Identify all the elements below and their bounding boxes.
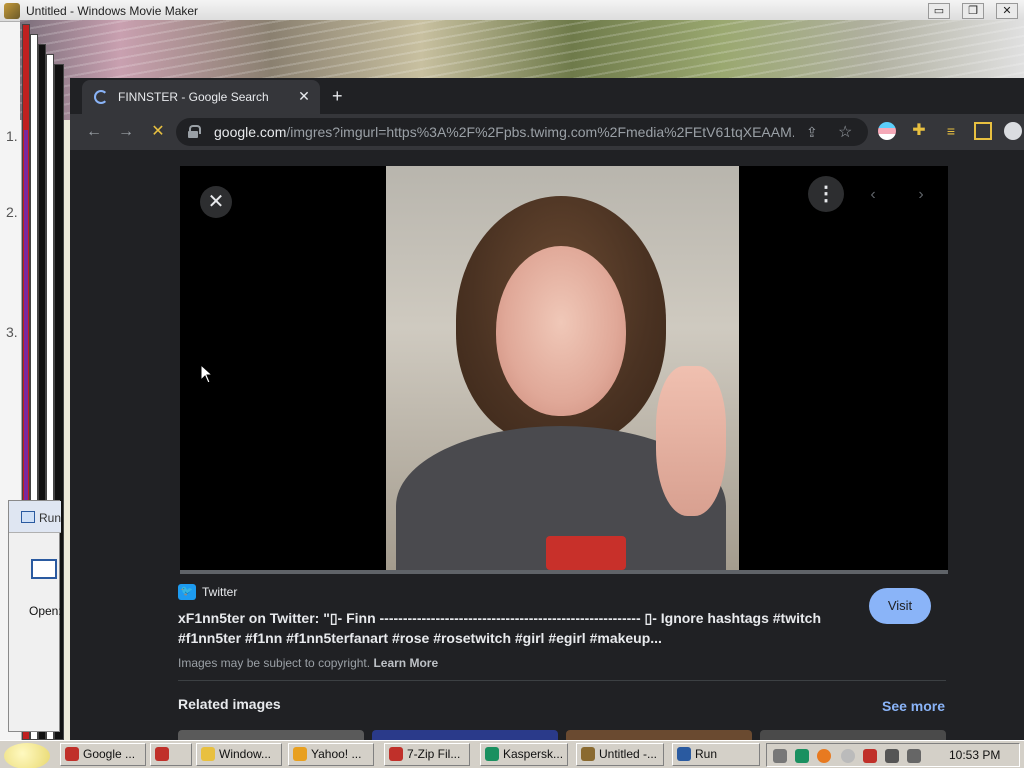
forward-icon[interactable]: → <box>114 120 138 144</box>
photo-shirt-print <box>546 536 626 570</box>
volume-tray-icon[interactable] <box>907 749 921 763</box>
storyboard-number: 2. <box>6 204 18 220</box>
taskbar-item-label: Run <box>695 747 718 761</box>
run-program-icon <box>31 559 57 579</box>
status-tray-icon[interactable] <box>841 749 855 763</box>
image-load-bar <box>180 570 948 574</box>
app-icon <box>581 747 595 761</box>
taskbar-item-label: 7-Zip Fil... <box>407 747 461 761</box>
app-icon <box>155 747 169 761</box>
previous-image-icon[interactable]: ‹ <box>858 180 888 210</box>
run-dialog-titlebar[interactable]: Run <box>9 501 61 533</box>
run-dialog[interactable]: Run Open: <box>8 500 62 732</box>
close-viewer-icon[interactable]: ✕ <box>200 186 232 218</box>
chrome-window: FINNSTER - Google Search ✕ + ← → ✕ googl… <box>70 78 1024 740</box>
side-panel-icon[interactable] <box>974 122 992 140</box>
copyright-notice: Images may be subject to copyright. Lear… <box>178 656 438 670</box>
clock[interactable]: 10:53 PM <box>949 748 1000 762</box>
taskbar-item[interactable]: Run <box>672 743 760 766</box>
visit-button[interactable]: Visit <box>869 588 931 624</box>
reading-list-icon[interactable]: ≡ <box>942 122 960 140</box>
movie-maker-title: Untitled - Windows Movie Maker <box>26 4 199 18</box>
app-icon <box>389 747 403 761</box>
taskbar-item[interactable]: Kaspersk... <box>480 743 568 766</box>
divider <box>178 680 946 681</box>
bookmark-star-icon[interactable]: ☆ <box>838 122 852 142</box>
system-tray: 10:53 PM <box>766 743 1020 767</box>
related-images-heading: Related images <box>178 696 281 712</box>
url-host: google.com <box>214 124 287 140</box>
lock-tray-icon[interactable] <box>773 749 787 763</box>
copyright-text: Images may be subject to copyright. <box>178 656 371 670</box>
taskbar-item[interactable]: Window... <box>196 743 282 766</box>
taskbar-item[interactable]: 7-Zip Fil... <box>384 743 470 766</box>
taskbar-item[interactable]: Google ... <box>60 743 146 766</box>
close-button[interactable]: ✕ <box>996 3 1018 19</box>
related-thumbnail[interactable] <box>178 730 364 740</box>
kaspersky-tray-icon[interactable] <box>795 749 809 763</box>
taskbar-item[interactable]: Untitled -... <box>576 743 664 766</box>
twitter-icon: 🐦 <box>178 584 196 600</box>
run-open-label: Open: <box>29 604 62 618</box>
storyboard-number: 3. <box>6 324 18 340</box>
extensions-puzzle-icon[interactable]: ✚ <box>910 122 928 140</box>
taskbar-item-label: Untitled -... <box>599 747 658 761</box>
related-thumbnail[interactable] <box>372 730 558 740</box>
related-thumbnail[interactable] <box>566 730 752 740</box>
movie-maker-titlebar[interactable]: Untitled - Windows Movie Maker ▭ ❐ ✕ <box>0 0 1024 22</box>
stop-loading-icon[interactable]: ✕ <box>146 120 170 144</box>
restore-button[interactable]: ❐ <box>962 3 984 19</box>
taskbar: Google ... Window... Yahoo! ... 7-Zip Fi… <box>0 740 1024 768</box>
run-icon <box>21 511 35 523</box>
search-tray-icon[interactable] <box>817 749 831 763</box>
preview-photo[interactable] <box>386 166 739 570</box>
learn-more-link[interactable]: Learn More <box>373 656 438 670</box>
taskbar-item-label: Window... <box>219 747 272 761</box>
app-icon <box>485 747 499 761</box>
storyboard-number: 1. <box>6 128 18 144</box>
movie-maker-app-icon <box>4 3 20 19</box>
app-icon <box>293 747 307 761</box>
extension-flag-icon[interactable] <box>878 122 896 140</box>
app-icon <box>677 747 691 761</box>
more-options-icon[interactable]: ⋮ <box>808 176 844 212</box>
photo-hand <box>656 366 726 516</box>
taskbar-item-label: Kaspersk... <box>503 747 564 761</box>
address-bar[interactable]: google.com/imgres?imgurl=https%3A%2F%2Fp… <box>176 118 868 146</box>
taskbar-item-label: Yahoo! ... <box>311 747 362 761</box>
next-image-icon[interactable]: › <box>906 180 936 210</box>
taskbar-item-label: Google ... <box>83 747 136 761</box>
share-icon[interactable]: ⇪ <box>806 124 818 141</box>
run-dialog-title: Run <box>39 511 62 525</box>
tab-google-search[interactable]: FINNSTER - Google Search ✕ <box>82 80 320 114</box>
photo-face <box>496 246 626 416</box>
url-text[interactable]: google.com/imgres?imgurl=https%3A%2F%2Fp… <box>214 124 794 140</box>
taskbar-item[interactable] <box>150 743 192 766</box>
back-icon[interactable]: ← <box>82 120 106 144</box>
app-icon <box>201 747 215 761</box>
image-caption[interactable]: xF1nn5ter on Twitter: "▯- Finn ---------… <box>178 608 838 648</box>
network-tray-icon[interactable] <box>885 749 899 763</box>
see-more-link[interactable]: See more <box>882 698 945 714</box>
app-icon <box>65 747 79 761</box>
profile-avatar-icon[interactable] <box>1004 122 1022 140</box>
taskbar-item[interactable]: Yahoo! ... <box>288 743 374 766</box>
source-name[interactable]: Twitter <box>202 585 237 599</box>
tab-title: FINNSTER - Google Search <box>118 90 269 104</box>
related-thumbnail[interactable] <box>760 730 946 740</box>
image-viewer: ✕ ⋮ ‹ › <box>180 166 948 570</box>
tab-strip: FINNSTER - Google Search ✕ + <box>70 78 1024 114</box>
flag-tray-icon[interactable] <box>863 749 877 763</box>
minimize-button[interactable]: ▭ <box>928 3 950 19</box>
new-tab-button[interactable]: + <box>332 86 343 107</box>
loading-spinner-icon <box>94 90 108 104</box>
tab-close-icon[interactable]: ✕ <box>296 88 312 104</box>
lock-icon[interactable] <box>188 125 201 138</box>
url-path: /imgres?imgurl=https%3A%2F%2Fpbs.twimg.c… <box>286 124 794 140</box>
start-button[interactable] <box>4 743 50 768</box>
browser-toolbar: ← → ✕ google.com/imgres?imgurl=https%3A%… <box>70 114 1024 150</box>
